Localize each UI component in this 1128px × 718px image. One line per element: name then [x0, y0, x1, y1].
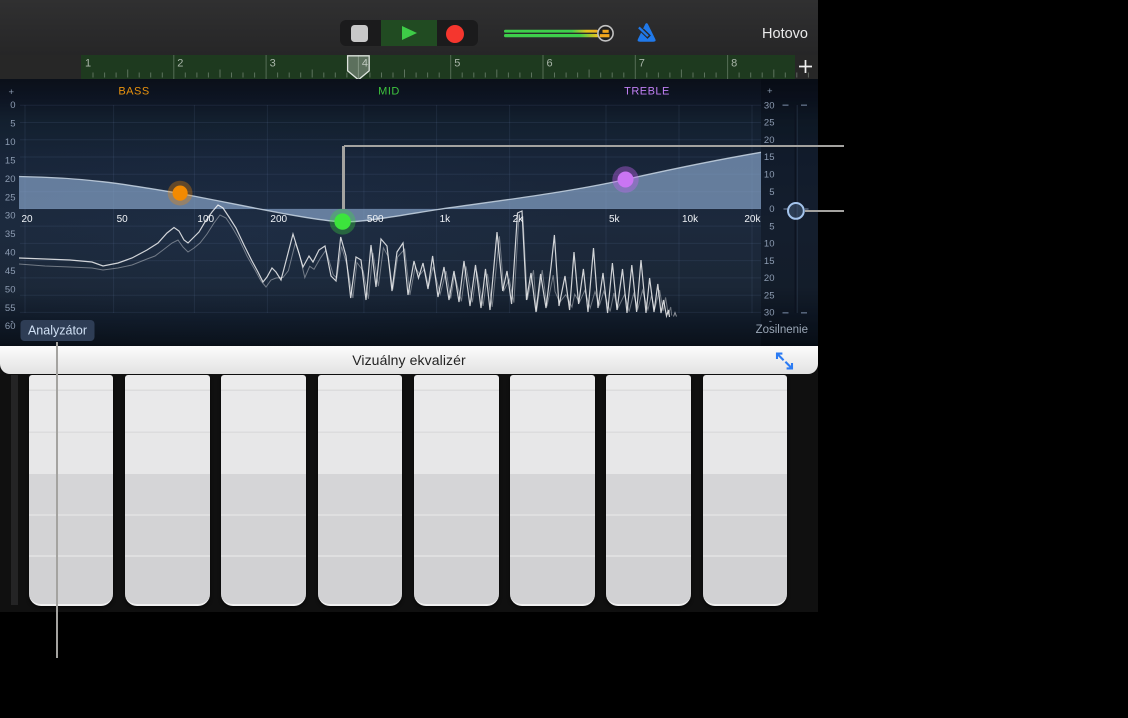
svg-text:100: 100 [197, 214, 214, 225]
svg-text:1k: 1k [440, 214, 452, 225]
svg-text:8: 8 [731, 58, 737, 70]
svg-text:7: 7 [639, 58, 645, 70]
svg-text:25: 25 [5, 192, 16, 203]
svg-text:5: 5 [769, 221, 774, 232]
svg-text:6: 6 [547, 58, 553, 70]
svg-text:1: 1 [85, 58, 91, 70]
svg-text:0: 0 [10, 100, 15, 111]
svg-text:55: 55 [5, 303, 16, 314]
svg-text:15: 15 [764, 152, 775, 163]
svg-text:15: 15 [5, 156, 16, 167]
svg-text:5: 5 [454, 58, 460, 70]
svg-text:50: 50 [117, 214, 129, 225]
svg-text:25: 25 [764, 290, 775, 301]
svg-text:BASS: BASS [118, 86, 149, 98]
svg-text:10: 10 [764, 170, 775, 181]
svg-text:+: + [8, 87, 14, 98]
svg-text:Analyzátor: Analyzátor [28, 324, 87, 338]
svg-text:200: 200 [270, 214, 287, 225]
svg-text:+: + [767, 86, 773, 97]
svg-text:5: 5 [769, 187, 774, 198]
svg-text:2k: 2k [513, 214, 525, 225]
svg-text:50: 50 [5, 284, 16, 295]
svg-text:2: 2 [177, 58, 183, 70]
svg-text:-: - [10, 316, 13, 327]
svg-text:30: 30 [764, 100, 775, 111]
svg-text:5k: 5k [609, 214, 621, 225]
svg-text:500: 500 [367, 214, 384, 225]
svg-text:10: 10 [764, 239, 775, 250]
svg-text:15: 15 [764, 256, 775, 267]
svg-text:20: 20 [764, 273, 775, 284]
svg-text:20: 20 [5, 174, 16, 185]
svg-text:MID: MID [378, 86, 400, 98]
svg-text:Zosilnenie: Zosilnenie [756, 324, 808, 336]
svg-text:3: 3 [270, 58, 276, 70]
svg-text:10k: 10k [682, 214, 699, 225]
svg-text:45: 45 [5, 266, 16, 277]
svg-text:10: 10 [5, 137, 16, 148]
svg-text:40: 40 [5, 248, 16, 259]
svg-text:35: 35 [5, 229, 16, 240]
svg-text:TREBLE: TREBLE [624, 86, 670, 98]
svg-text:30: 30 [5, 211, 16, 222]
svg-text:25: 25 [764, 118, 775, 129]
svg-text:20: 20 [22, 214, 34, 225]
svg-text:0: 0 [769, 204, 774, 215]
svg-text:5: 5 [10, 119, 15, 130]
svg-text:20k: 20k [744, 214, 761, 225]
